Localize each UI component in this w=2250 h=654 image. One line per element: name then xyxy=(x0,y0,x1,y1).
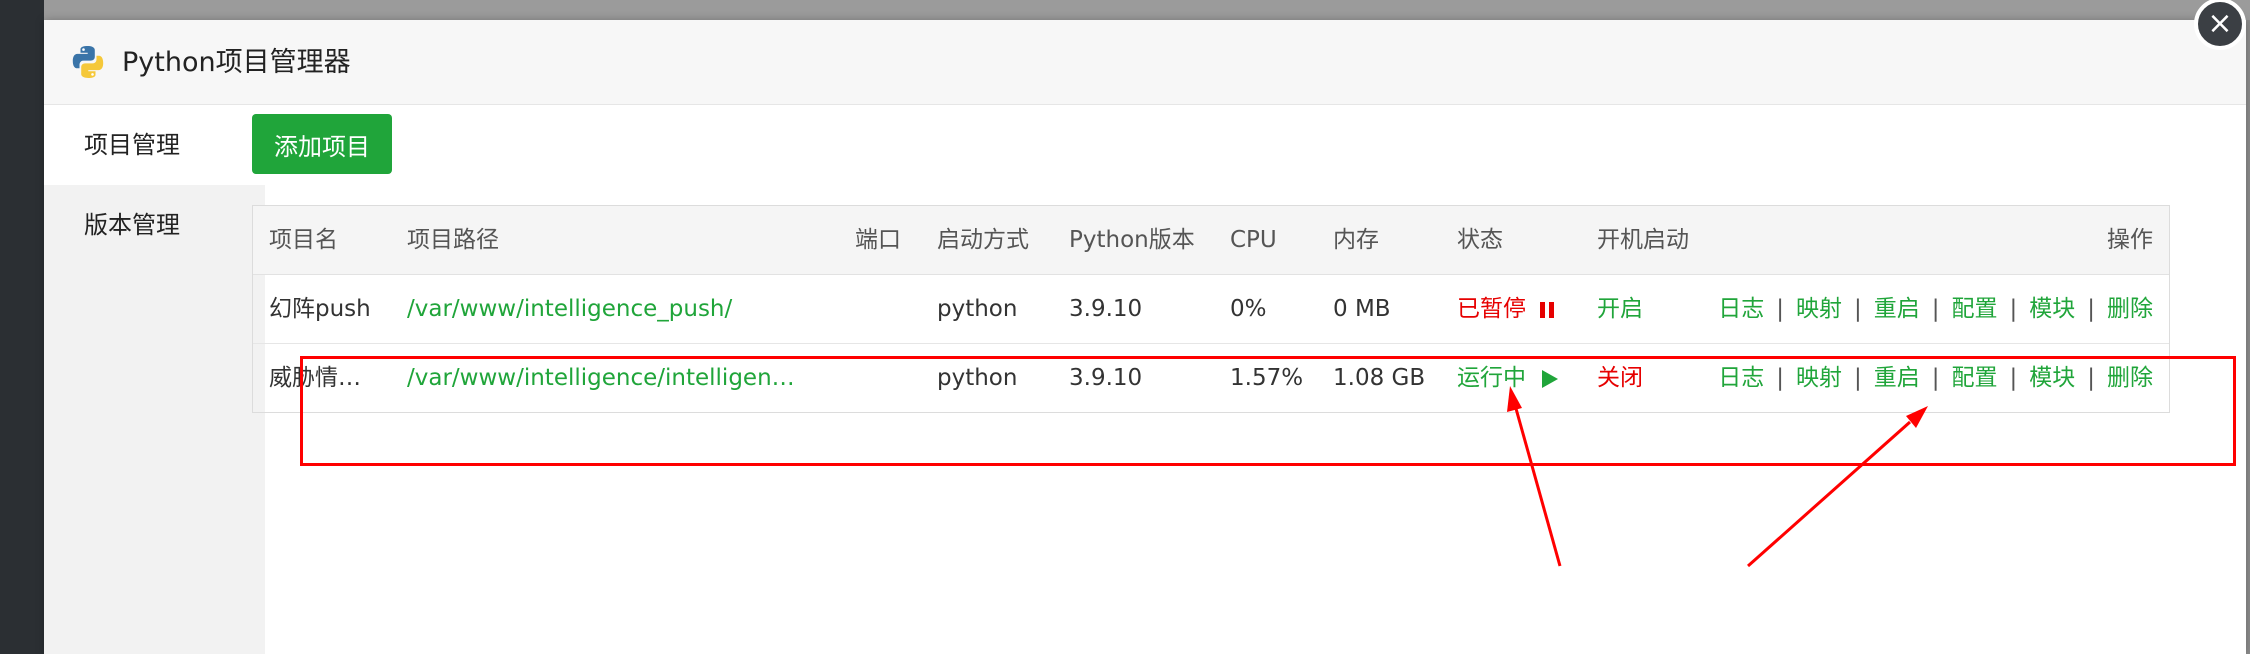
annotation-arrows xyxy=(1507,386,1928,568)
annotation-arrow-status xyxy=(1507,386,1562,567)
annotation-arrow-restart xyxy=(1747,406,1928,568)
screen: Python项目管理器 项目管理 版本管理 × 添加项目 项目名 项目路径 端口… xyxy=(0,0,2250,654)
